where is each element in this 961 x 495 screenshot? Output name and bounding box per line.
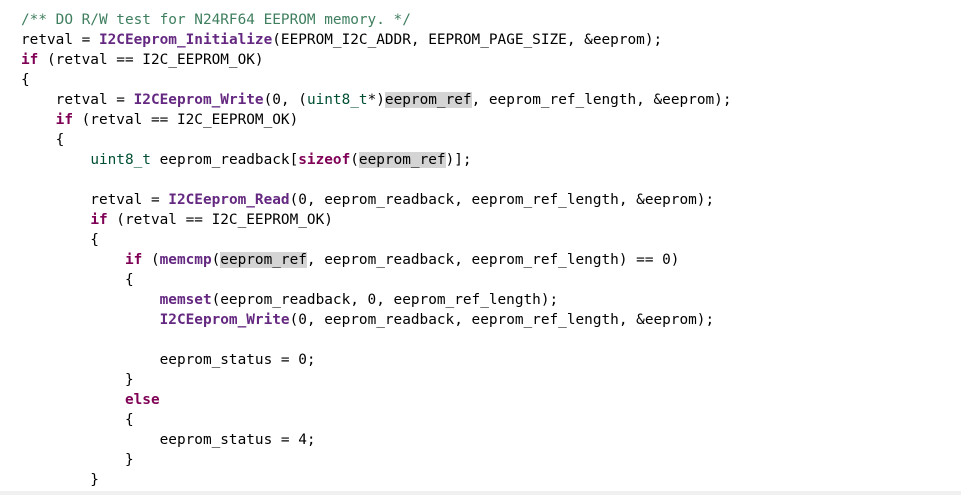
code-line[interactable]: if (memcmp(eeprom_ref, eeprom_readback, …	[21, 250, 679, 270]
code-keyword: if	[21, 52, 39, 68]
code-text: (	[142, 252, 160, 268]
code-text: (retval == I2C_EEPROM_OK)	[38, 52, 264, 68]
code-comment: /** DO R/W test for N24RF64 EEPROM memor…	[21, 12, 411, 28]
code-text: {	[21, 72, 30, 88]
code-type: uint8_t	[90, 152, 151, 168]
code-text: , eeprom_ref_length, &eeprom);	[471, 92, 732, 108]
code-function-name: I2CEeprom_Write	[159, 312, 290, 328]
code-keyword: else	[124, 392, 160, 408]
code-editor[interactable]: /** DO R/W test for N24RF64 EEPROM memor…	[0, 0, 961, 495]
code-text: (EEPROM_I2C_ADDR, EEPROM_PAGE_SIZE, &eep…	[272, 32, 663, 48]
code-text: eeprom_status = 0;	[21, 352, 316, 368]
code-highlighted-identifier: eeprom_ref	[220, 252, 307, 268]
code-highlighted-identifier: eeprom_ref	[384, 92, 472, 108]
code-line[interactable]: retval = I2CEeprom_Read(0, eeprom_readba…	[21, 190, 714, 210]
horizontal-scrollbar[interactable]	[0, 491, 961, 495]
code-function-name: memcmp	[159, 252, 212, 268]
code-line[interactable]: {	[21, 70, 30, 90]
code-function-name: I2CEeprom_Write	[133, 92, 264, 108]
code-text: (retval == I2C_EEPROM_OK)	[107, 212, 333, 228]
code-function-name: I2CEeprom_Read	[168, 192, 290, 208]
code-line[interactable]: I2CEeprom_Write(0, eeprom_readback, eepr…	[21, 310, 715, 330]
code-text: (0, eeprom_readback, eeprom_ref_length, …	[289, 192, 715, 208]
code-line[interactable]: }	[21, 370, 134, 390]
code-line[interactable]: {	[21, 270, 134, 290]
code-text: (retval == I2C_EEPROM_OK)	[72, 112, 299, 128]
code-function-name: I2CEeprom_Initialize	[98, 32, 273, 48]
code-text: }	[21, 472, 99, 488]
code-text: (0, (	[263, 92, 307, 108]
code-text: {	[21, 272, 134, 288]
code-line[interactable]: {	[21, 410, 134, 430]
code-line[interactable]: uint8_t eeprom_readback[sizeof(eeprom_re…	[21, 150, 472, 170]
code-keyword: if	[90, 212, 108, 228]
code-keyword: if	[55, 112, 73, 128]
code-line[interactable]: memset(eeprom_readback, 0, eeprom_ref_le…	[21, 290, 559, 310]
code-line[interactable]: /** DO R/W test for N24RF64 EEPROM memor…	[21, 10, 411, 30]
code-line[interactable]: if (retval == I2C_EEPROM_OK)	[21, 110, 299, 130]
code-text: retval =	[21, 32, 99, 48]
code-line[interactable]: retval = I2CEeprom_Initialize(EEPROM_I2C…	[21, 30, 662, 50]
code-line[interactable]: if (retval == I2C_EEPROM_OK)	[21, 50, 264, 70]
code-text: *)	[367, 92, 385, 108]
code-type: uint8_t	[306, 92, 368, 108]
code-line[interactable]: eeprom_status = 0;	[21, 350, 316, 370]
code-text: (0, eeprom_readback, eeprom_ref_length, …	[289, 312, 715, 328]
code-text: eeprom_readback[	[150, 152, 299, 168]
code-line[interactable]: }	[21, 450, 134, 470]
code-text: retval =	[21, 192, 169, 208]
code-text: }	[21, 452, 134, 468]
code-text: , eeprom_readback, eeprom_ref_length) ==…	[306, 252, 680, 268]
code-text: {	[21, 412, 134, 428]
code-function-name: memset	[159, 292, 212, 308]
code-text: (	[211, 252, 221, 268]
code-text: {	[21, 132, 65, 148]
code-keyword: if	[124, 252, 143, 268]
code-line[interactable]: {	[21, 130, 65, 150]
code-line[interactable]: retval = I2CEeprom_Write(0, (uint8_t*)ee…	[21, 90, 731, 110]
code-line[interactable]: else	[21, 390, 160, 410]
code-line[interactable]: if (retval == I2C_EEPROM_OK)	[21, 210, 333, 230]
code-line[interactable]: {	[21, 230, 99, 250]
code-text: (eeprom_readback, 0, eeprom_ref_length);	[211, 292, 559, 308]
code-text: {	[21, 232, 99, 248]
code-text: retval =	[21, 92, 134, 108]
code-text: }	[21, 372, 134, 388]
code-line[interactable]: eeprom_status = 4;	[21, 430, 316, 450]
code-text: )];	[445, 152, 472, 168]
code-highlighted-identifier: eeprom_ref	[358, 152, 446, 168]
code-text: (	[350, 152, 359, 168]
code-line[interactable]: }	[21, 470, 99, 490]
code-keyword: sizeof	[298, 152, 351, 168]
code-text: eeprom_status = 4;	[21, 432, 316, 448]
